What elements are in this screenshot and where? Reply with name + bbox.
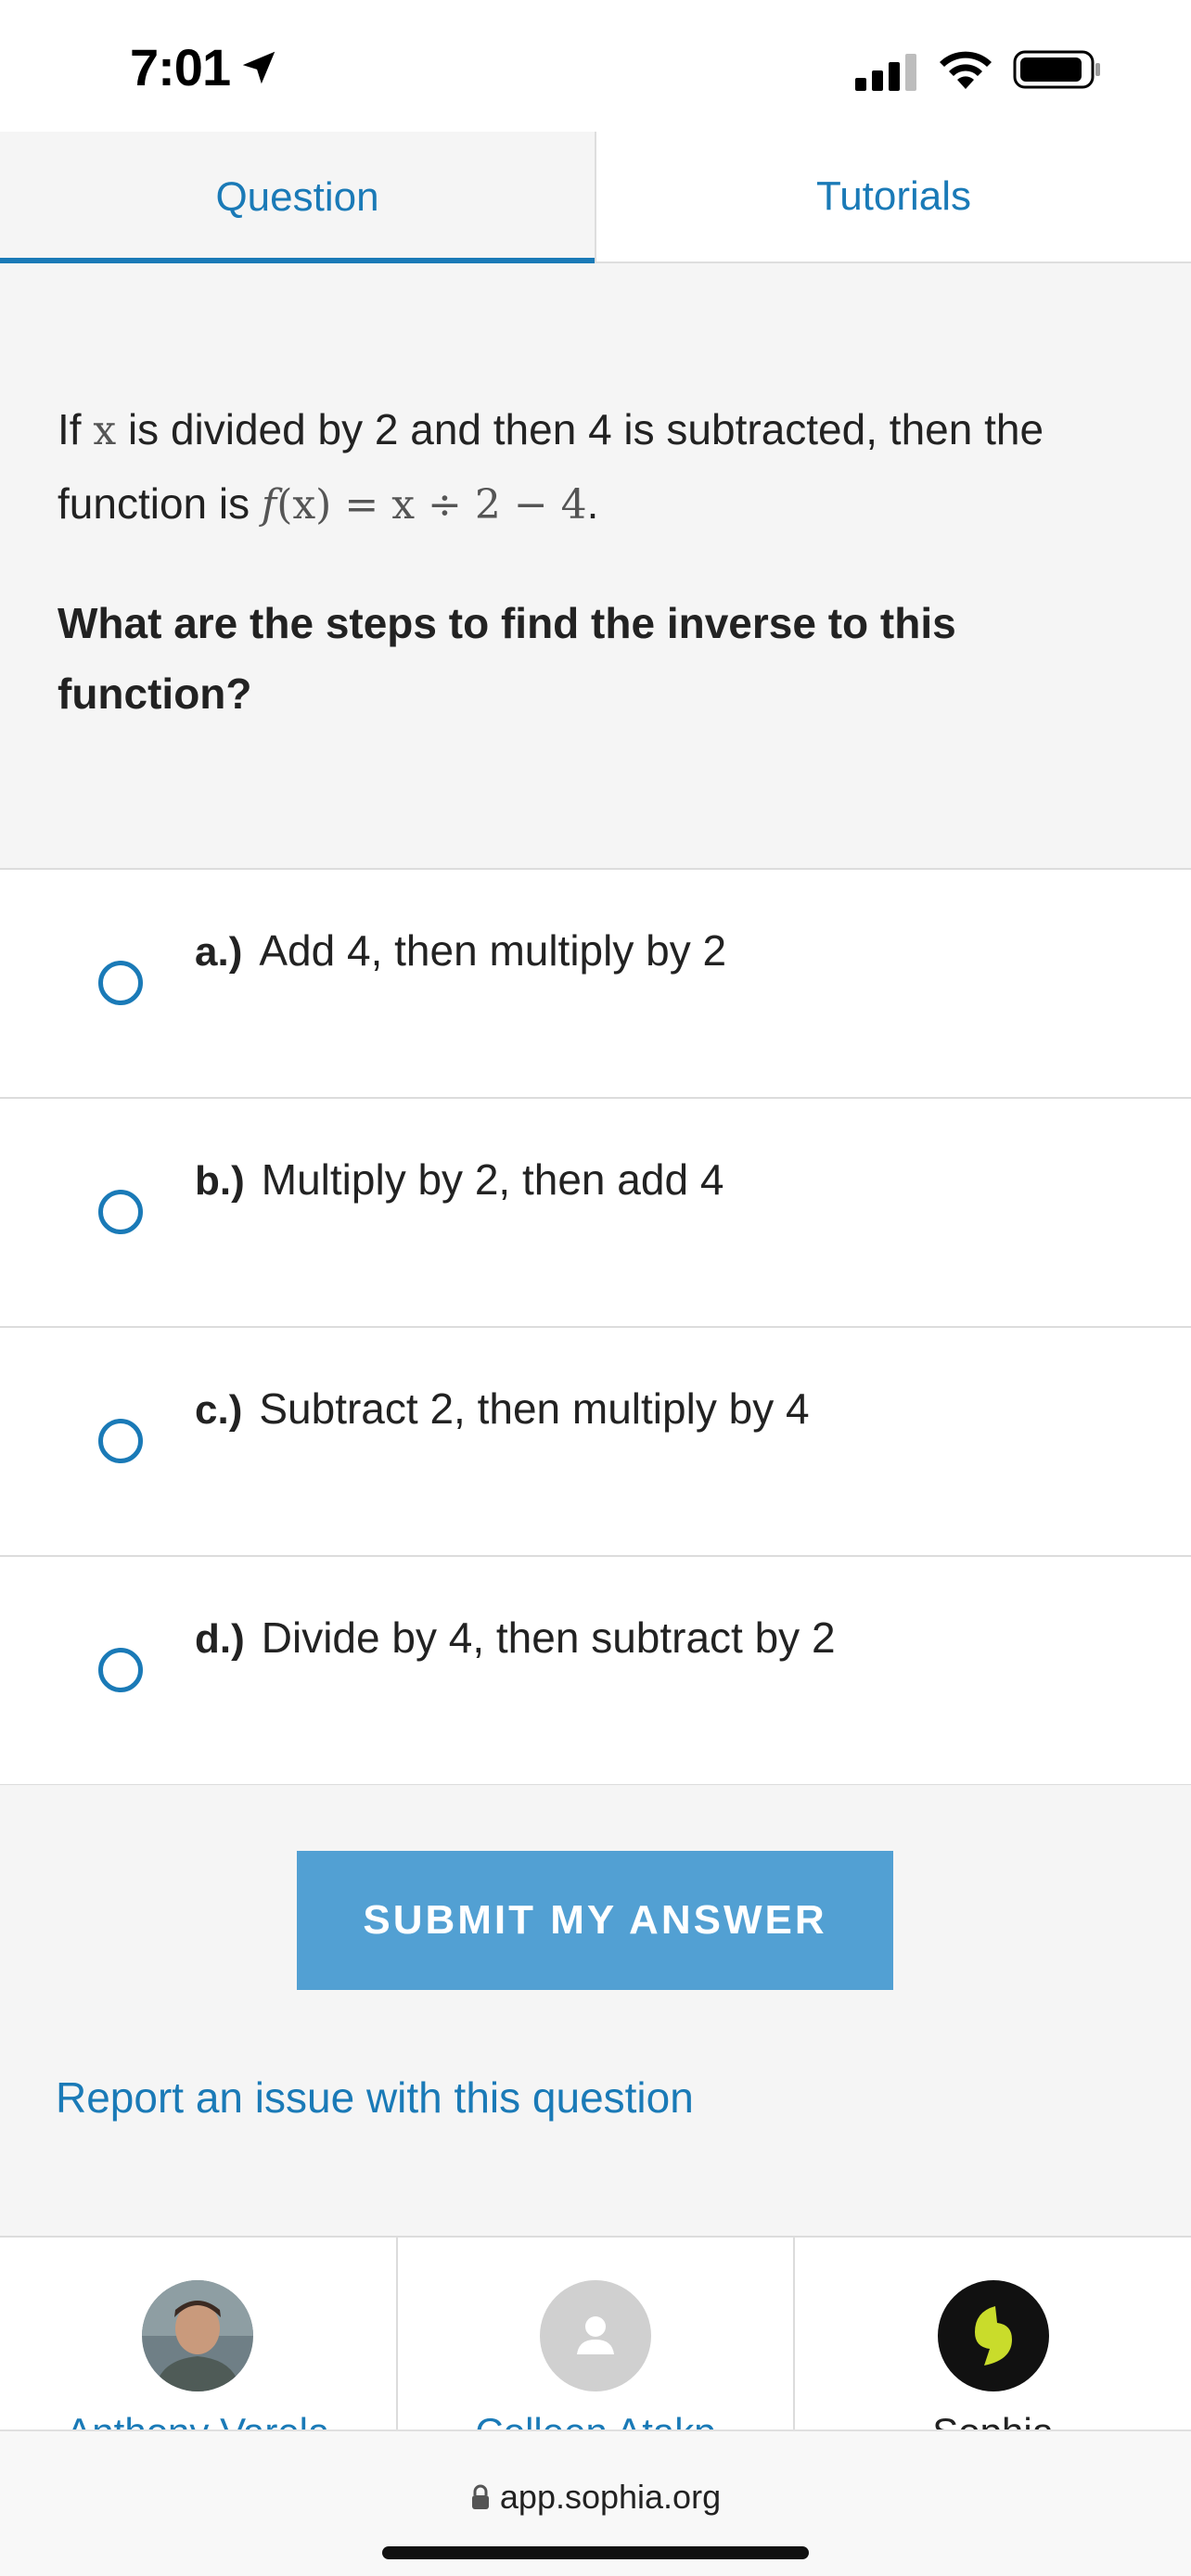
option-label-b: b.) Multiply by 2, then add 4 — [195, 1154, 724, 1205]
url-text: app.sophia.org — [499, 2478, 722, 2516]
default-avatar — [540, 2280, 651, 2391]
radio-button-a[interactable] — [98, 961, 143, 1005]
question-panel: If x is divided by 2 and then 4 is subtr… — [0, 263, 1191, 870]
url-display[interactable]: app.sophia.org — [0, 2478, 1191, 2517]
report-issue-link[interactable]: Report an issue with this question — [56, 2072, 694, 2123]
function-expression: f(x) = x ÷ 2 − 4 — [262, 481, 587, 529]
option-letter: c.) — [195, 1387, 243, 1433]
answer-option-c[interactable]: c.) Subtract 2, then multiply by 4 — [0, 1328, 1191, 1557]
lock-icon — [471, 2484, 489, 2509]
option-text: Divide by 4, then subtract by 2 — [261, 1613, 836, 1662]
battery-icon — [1013, 50, 1100, 89]
prompt-text-start: If — [58, 405, 94, 453]
answer-option-b[interactable]: b.) Multiply by 2, then add 4 — [0, 1099, 1191, 1328]
answer-option-d[interactable]: d.) Divide by 4, then subtract by 2 — [0, 1557, 1191, 1786]
tutor-strip: Anthony Varela Colleen Atakp Sophia — [0, 2238, 1191, 2432]
tutor-card-3[interactable]: Sophia — [795, 2238, 1191, 2432]
tab-bar: Question Tutorials — [0, 132, 1191, 263]
option-text: Multiply by 2, then add 4 — [261, 1155, 724, 1204]
prompt-text-end: . — [586, 479, 599, 528]
tutor-card-1[interactable]: Anthony Varela — [0, 2238, 398, 2432]
function-name: f — [261, 481, 277, 529]
option-letter: a.) — [195, 929, 243, 975]
option-letter: d.) — [195, 1616, 245, 1662]
status-bar: 7:01 — [0, 0, 1191, 132]
function-body: (x) = x ÷ 2 − 4 — [276, 481, 587, 529]
location-arrow-icon — [242, 51, 275, 83]
option-label-c: c.) Subtract 2, then multiply by 4 — [195, 1384, 810, 1434]
sophia-logo-avatar — [937, 2280, 1049, 2391]
sophia-logo-icon — [937, 2280, 1049, 2391]
radio-button-d[interactable] — [98, 1648, 143, 1692]
option-text: Subtract 2, then multiply by 4 — [259, 1384, 810, 1433]
cellular-signal-icon — [855, 54, 916, 91]
radio-button-b[interactable] — [98, 1190, 143, 1234]
radio-button-c[interactable] — [98, 1419, 143, 1463]
tab-tutorials[interactable]: Tutorials — [596, 132, 1191, 263]
question-prompt: If x is divided by 2 and then 4 is subtr… — [58, 393, 1133, 542]
person-photo-icon — [142, 2280, 254, 2391]
math-variable: x — [93, 407, 117, 454]
home-indicator[interactable] — [382, 2546, 809, 2559]
option-letter: b.) — [195, 1158, 245, 1204]
submit-section: SUBMIT MY ANSWER Report an issue with th… — [0, 1785, 1191, 2238]
option-label-a: a.) Add 4, then multiply by 2 — [195, 925, 726, 976]
option-label-d: d.) Divide by 4, then subtract by 2 — [195, 1613, 836, 1663]
option-text: Add 4, then multiply by 2 — [259, 926, 727, 975]
tutor-card-2[interactable]: Colleen Atakp — [398, 2238, 796, 2432]
browser-address-bar: app.sophia.org — [0, 2429, 1191, 2576]
answer-options: a.) Add 4, then multiply by 2 b.) Multiply… — [0, 870, 1191, 1786]
question-ask: What are the steps to find the inverse t… — [58, 599, 956, 718]
person-icon — [540, 2280, 651, 2391]
submit-answer-button[interactable]: SUBMIT MY ANSWER — [297, 1851, 893, 1990]
status-time: 7:01 — [130, 38, 231, 96]
answer-option-a[interactable]: a.) Add 4, then multiply by 2 — [0, 870, 1191, 1099]
status-clock: 7:01 — [130, 37, 280, 97]
tab-question[interactable]: Question — [0, 132, 596, 263]
tutor-photo-avatar — [142, 2280, 254, 2391]
wifi-icon — [940, 51, 992, 89]
